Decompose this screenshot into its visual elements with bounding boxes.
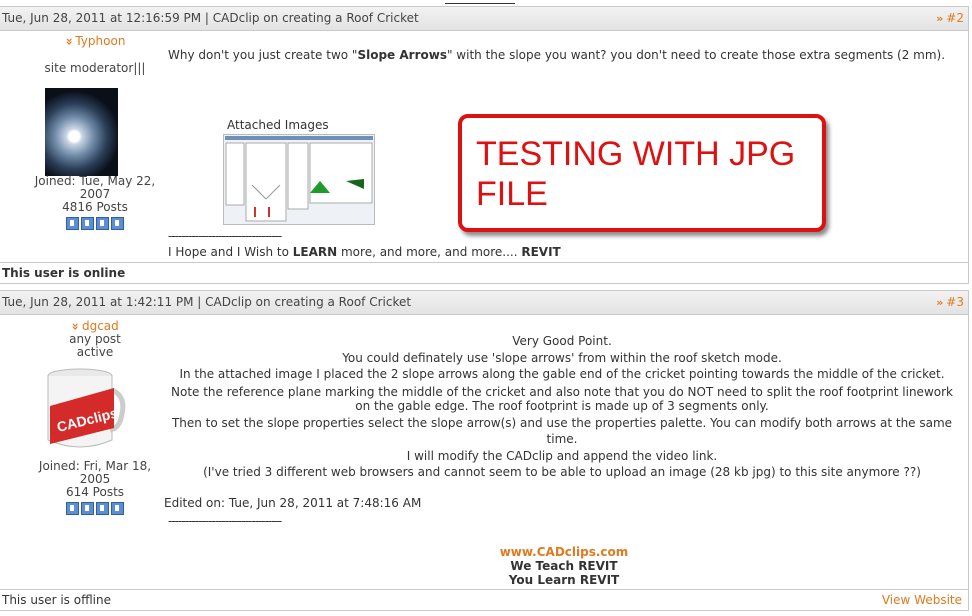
callout-line: TESTING WITH JPG bbox=[476, 135, 796, 173]
rank-icon bbox=[81, 502, 94, 515]
rank-icon bbox=[96, 502, 109, 515]
user-panel: dgcad any post active bbox=[30, 320, 160, 359]
post-line: Then to set the slope properties select … bbox=[171, 415, 953, 447]
edited-note: Edited on: Tue, Jun 28, 2011 at 7:48:16 … bbox=[164, 496, 422, 510]
avatar bbox=[45, 88, 118, 176]
post-body: Why don't you just create two "Slope Arr… bbox=[168, 48, 945, 62]
signature: www.CADclips.com We Teach REVIT You Lear… bbox=[466, 545, 662, 587]
post-number-link[interactable]: » #3 bbox=[936, 291, 964, 314]
post-number-link[interactable]: » #2 bbox=[936, 7, 964, 30]
post-count: 614 Posts bbox=[65, 485, 125, 499]
rank-icon bbox=[66, 217, 79, 230]
joined-date: Joined: Tue, May 22, 2007 bbox=[34, 174, 156, 201]
user-status: active bbox=[76, 345, 114, 359]
rank-icon bbox=[111, 502, 124, 515]
post-line: (I've tried 3 different web browsers and… bbox=[203, 465, 921, 479]
signature: I Hope and I Wish to LEARN more, and mor… bbox=[168, 245, 561, 259]
signature-text: I Hope and I Wish to bbox=[168, 245, 293, 259]
post-header-title: Tue, Jun 28, 2011 at 1:42:11 PM | CADcli… bbox=[2, 295, 412, 309]
post-header: Tue, Jun 28, 2011 at 12:16:59 PM | CADcl… bbox=[0, 7, 968, 31]
callout-line: FILE bbox=[476, 175, 548, 213]
post-number: #2 bbox=[946, 11, 964, 25]
post-footer: This user is offline View Website bbox=[0, 589, 968, 610]
rank-badges bbox=[30, 502, 160, 515]
rank-icon bbox=[111, 217, 124, 230]
post-count: 4816 Posts bbox=[62, 200, 128, 214]
post-text: Why don't you just create two " bbox=[168, 48, 358, 62]
user-role: site moderator||| bbox=[44, 61, 146, 75]
signature-line: We Teach REVIT bbox=[510, 559, 618, 573]
post-text: " with the slope you want? you don't nee… bbox=[446, 48, 946, 62]
testing-callout: TESTING WITH JPG FILE bbox=[458, 114, 826, 232]
post-line: In the attached image I placed the 2 slo… bbox=[179, 367, 945, 381]
username-link[interactable]: Typhoon bbox=[30, 35, 160, 48]
user-stats: Joined: Tue, May 22, 2007 4816 Posts bbox=[30, 175, 160, 230]
signature-text: more, and more, and more.... bbox=[337, 245, 522, 259]
signature-website-link[interactable]: www.CADclips.com bbox=[466, 545, 662, 559]
signature-bold: REVIT bbox=[521, 245, 561, 259]
user-stats: Joined: Fri, Mar 18, 2005 614 Posts bbox=[30, 460, 160, 515]
post-header-title: Tue, Jun 28, 2011 at 12:16:59 PM | CADcl… bbox=[2, 11, 419, 25]
avatar: CADclips bbox=[42, 366, 126, 454]
signature-separator: ---------------------------------- bbox=[168, 514, 282, 528]
double-chevron-icon: » bbox=[936, 296, 944, 309]
signature-bold: LEARN bbox=[292, 245, 338, 259]
post-text-bold: Slope Arrows bbox=[357, 48, 447, 62]
post-line: You could definately use 'slope arrows' … bbox=[342, 350, 782, 365]
view-website-link[interactable]: View Website bbox=[882, 590, 962, 610]
signature-separator: ---------------------------------- bbox=[168, 229, 282, 243]
revit-screenshot-thumbnail bbox=[224, 135, 374, 224]
post-line: I will modify the CADclip and append the… bbox=[406, 448, 718, 463]
double-chevron-icon: » bbox=[936, 12, 944, 25]
post-line: Very Good Point. bbox=[512, 334, 612, 348]
top-rule bbox=[0, 0, 972, 4]
user-panel: Typhoon site moderator||| bbox=[30, 35, 160, 75]
attached-images-label: Attached Images bbox=[227, 118, 329, 132]
rank-icon bbox=[81, 217, 94, 230]
rank-badges bbox=[30, 217, 160, 230]
post-footer: This user is online bbox=[0, 262, 968, 283]
attached-image-thumbnail[interactable] bbox=[223, 134, 375, 225]
post-body: Very Good Point. You could definately us… bbox=[162, 333, 962, 481]
rank-icon bbox=[66, 502, 79, 515]
forum-post-3: Tue, Jun 28, 2011 at 1:42:11 PM | CADcli… bbox=[0, 290, 969, 611]
online-status: This user is online bbox=[2, 266, 126, 280]
top-link-underline[interactable] bbox=[445, 0, 515, 4]
post-line: Note the reference plane marking the mid… bbox=[171, 384, 953, 413]
post-number: #3 bbox=[946, 295, 964, 309]
joined-date: Joined: Fri, Mar 18, 2005 bbox=[38, 459, 152, 486]
rank-icon bbox=[96, 217, 109, 230]
post-header: Tue, Jun 28, 2011 at 1:42:11 PM | CADcli… bbox=[0, 291, 968, 315]
signature-line: You Learn REVIT bbox=[508, 573, 620, 587]
offline-status: This user is offline bbox=[2, 593, 111, 607]
